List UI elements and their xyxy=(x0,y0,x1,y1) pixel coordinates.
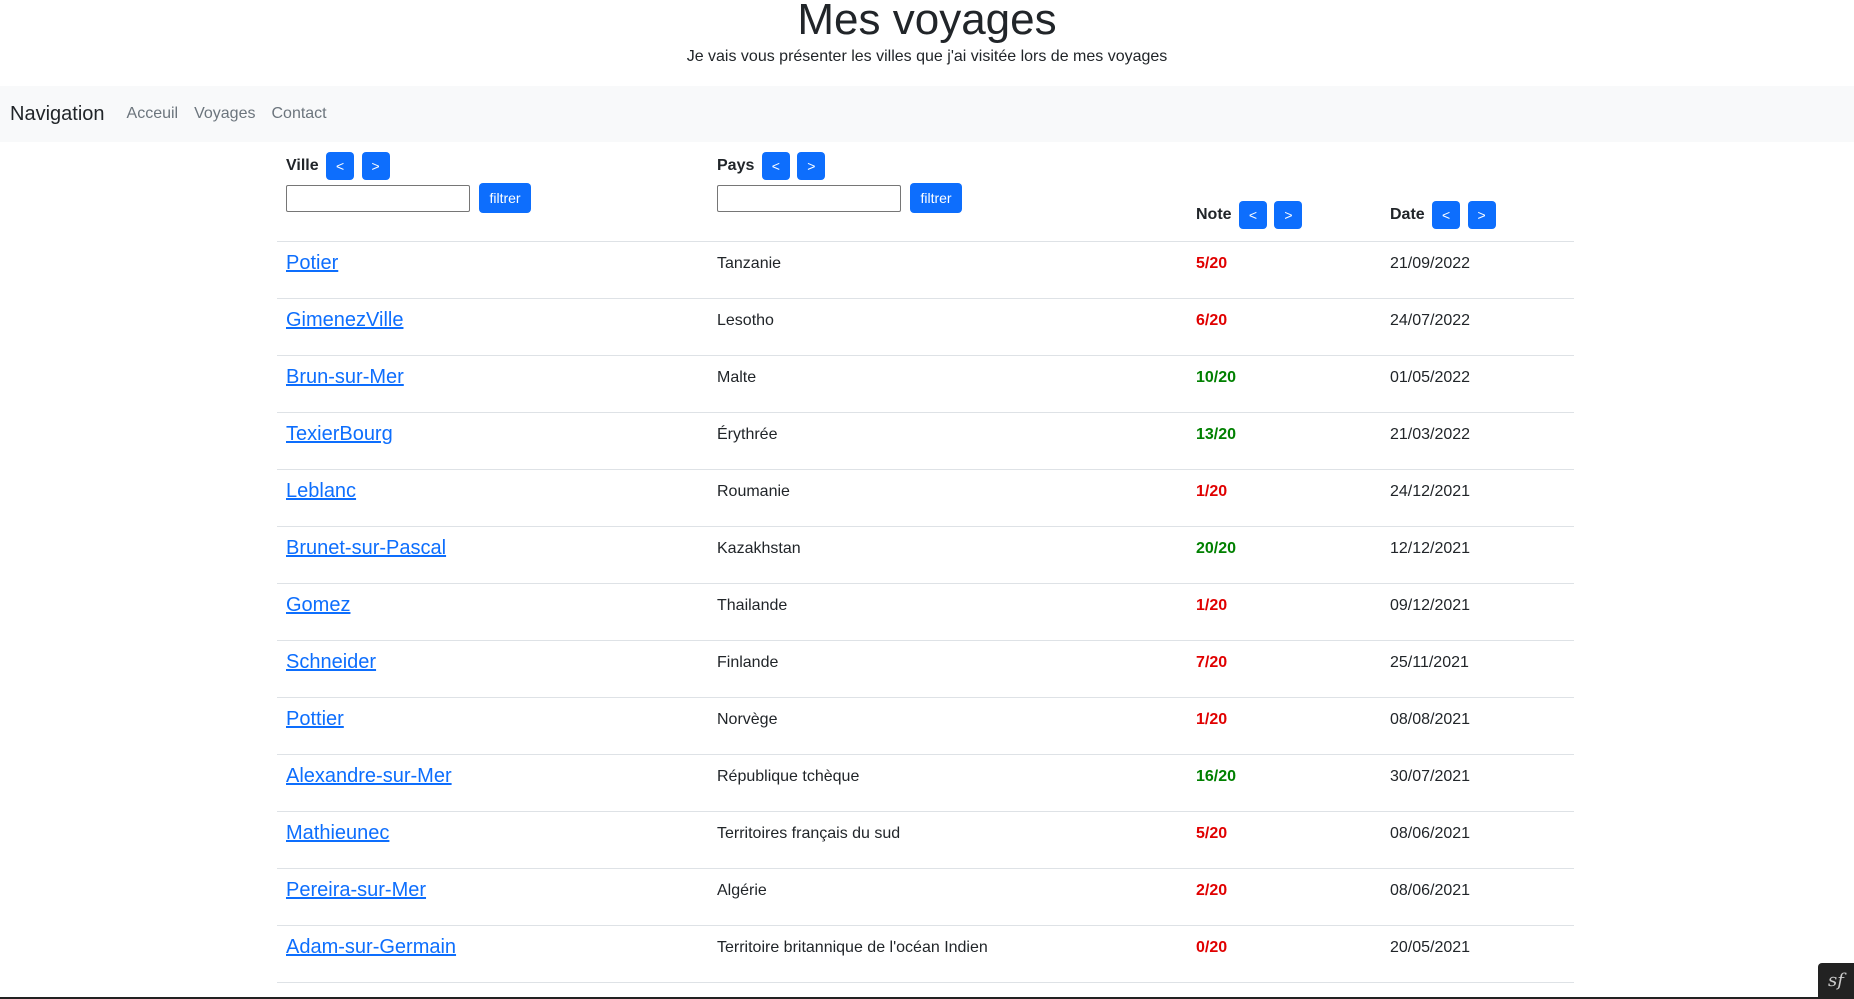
note-cell: 10/20 xyxy=(1196,369,1237,386)
symfony-logo-icon[interactable]: sf xyxy=(1818,963,1854,999)
sort-pays-prev-button[interactable]: < xyxy=(761,152,790,180)
note-cell: 2/20 xyxy=(1196,882,1228,899)
page-subtitle: Je vais vous présenter les villes que j'… xyxy=(686,48,1168,65)
city-link[interactable]: GimenezVille xyxy=(286,309,403,332)
header-ville: Ville < > filtrer xyxy=(286,152,531,213)
ville-filter-input[interactable] xyxy=(286,184,470,212)
sort-note-prev-button[interactable]: < xyxy=(1239,201,1268,229)
note-cell: 5/20 xyxy=(1196,255,1228,272)
city-link[interactable]: Gomez xyxy=(286,594,350,617)
note-cell: 1/20 xyxy=(1196,597,1228,614)
date-cell: 08/06/2021 xyxy=(1390,825,1471,842)
city-link[interactable]: Alexandre-sur-Mer xyxy=(286,765,452,788)
table-row: Alexandre-sur-Mer République tchèque 16/20… xyxy=(277,755,1574,812)
note-cell: 20/20 xyxy=(1196,540,1237,557)
country-cell: Kazakhstan xyxy=(717,540,801,557)
date-cell: 12/12/2021 xyxy=(1390,540,1471,557)
header-date-label: Date xyxy=(1390,206,1425,224)
note-cell: 13/20 xyxy=(1196,426,1237,443)
table-row: Brunet-sur-Pascal Kazakhstan 20/20 12/12/20… xyxy=(277,527,1574,584)
table-header-row: Ville < > filtrer Pays < > filtrer Note … xyxy=(277,142,1574,242)
country-cell: Territoires français du sud xyxy=(717,825,901,842)
city-link[interactable]: Pereira-sur-Mer xyxy=(286,879,426,902)
country-cell: Roumanie xyxy=(717,483,790,500)
table-row: Mathieunec Territoires français du sud 5/2… xyxy=(277,812,1574,869)
country-cell: Lesotho xyxy=(717,312,774,329)
table-row: Pereira-sur-Mer Algérie 2/20 08/06/2021 xyxy=(277,869,1574,926)
country-cell: Algérie xyxy=(717,882,767,899)
header-note: Note < > xyxy=(1196,201,1303,229)
country-cell: Tanzanie xyxy=(717,255,782,272)
date-cell: 21/09/2022 xyxy=(1390,255,1471,272)
city-link[interactable]: Potier xyxy=(286,252,338,275)
city-link[interactable]: Brunet-sur-Pascal xyxy=(286,537,446,560)
table-row: TexierBourg Érythrée 13/20 21/03/2022 xyxy=(277,413,1574,470)
table-row: Schneider Finlande 7/20 25/11/2021 xyxy=(277,641,1574,698)
sort-date-next-button[interactable]: > xyxy=(1467,201,1496,229)
city-link[interactable]: TexierBourg xyxy=(286,423,393,446)
country-cell: Territoire britannique de l'océan Indien xyxy=(717,939,988,956)
header-note-label: Note xyxy=(1196,206,1232,224)
country-cell: Thailande xyxy=(717,597,788,614)
date-cell: 24/12/2021 xyxy=(1390,483,1471,500)
country-cell: Érythrée xyxy=(717,426,778,443)
voyages-table: Ville < > filtrer Pays < > filtrer Note … xyxy=(277,142,1574,983)
country-cell: Finlande xyxy=(717,654,779,671)
nav-link-acceuil[interactable]: Acceuil xyxy=(127,105,179,123)
pays-filter-button[interactable]: filtrer xyxy=(910,183,962,213)
header-date: Date < > xyxy=(1390,201,1496,229)
sort-date-prev-button[interactable]: < xyxy=(1432,201,1461,229)
sort-ville-prev-button[interactable]: < xyxy=(326,152,355,180)
nav-link-voyages[interactable]: Voyages xyxy=(194,105,255,123)
nav-link-contact[interactable]: Contact xyxy=(271,105,326,123)
date-cell: 30/07/2021 xyxy=(1390,768,1471,785)
city-link[interactable]: Pottier xyxy=(286,708,344,731)
city-link[interactable]: Adam-sur-Germain xyxy=(286,936,456,959)
country-cell: République tchèque xyxy=(717,768,860,785)
page-title: Mes voyages xyxy=(797,0,1057,44)
note-cell: 0/20 xyxy=(1196,939,1228,956)
date-cell: 24/07/2022 xyxy=(1390,312,1471,329)
header-pays-label: Pays xyxy=(717,157,755,175)
city-link[interactable]: Schneider xyxy=(286,651,376,674)
date-cell: 25/11/2021 xyxy=(1390,654,1469,671)
city-link[interactable]: Mathieunec xyxy=(286,822,389,845)
date-cell: 21/03/2022 xyxy=(1390,426,1471,443)
date-cell: 01/05/2022 xyxy=(1390,369,1471,386)
city-link[interactable]: Brun-sur-Mer xyxy=(286,366,404,389)
note-cell: 16/20 xyxy=(1196,768,1237,785)
note-cell: 6/20 xyxy=(1196,312,1228,329)
date-cell: 08/08/2021 xyxy=(1390,711,1471,728)
sort-note-next-button[interactable]: > xyxy=(1274,201,1303,229)
date-cell: 09/12/2021 xyxy=(1390,597,1471,614)
table-row: Brun-sur-Mer Malte 10/20 01/05/2022 xyxy=(277,356,1574,413)
sort-ville-next-button[interactable]: > xyxy=(361,152,390,180)
note-cell: 1/20 xyxy=(1196,711,1228,728)
note-cell: 7/20 xyxy=(1196,654,1228,671)
table-row: GimenezVille Lesotho 6/20 24/07/2022 xyxy=(277,299,1574,356)
country-cell: Norvège xyxy=(717,711,778,728)
table-row: Leblanc Roumanie 1/20 24/12/2021 xyxy=(277,470,1574,527)
city-link[interactable]: Leblanc xyxy=(286,480,356,503)
table-row: Gomez Thailande 1/20 09/12/2021 xyxy=(277,584,1574,641)
navbar-brand[interactable]: Navigation xyxy=(10,103,105,126)
date-cell: 20/05/2021 xyxy=(1390,939,1471,956)
country-cell: Malte xyxy=(717,369,757,386)
pays-filter-input[interactable] xyxy=(717,184,901,212)
sort-pays-next-button[interactable]: > xyxy=(797,152,826,180)
note-cell: 1/20 xyxy=(1196,483,1228,500)
date-cell: 08/06/2021 xyxy=(1390,882,1471,899)
table-body: Potier Tanzanie 5/20 21/09/2022 GimenezVille… xyxy=(277,242,1574,983)
note-cell: 5/20 xyxy=(1196,825,1228,842)
header-ville-label: Ville xyxy=(286,157,319,175)
table-row: Adam-sur-Germain Territoire britannique d… xyxy=(277,926,1574,983)
header-pays: Pays < > filtrer xyxy=(717,152,962,213)
table-row: Potier Tanzanie 5/20 21/09/2022 xyxy=(277,242,1574,299)
ville-filter-button[interactable]: filtrer xyxy=(479,183,531,213)
table-row: Pottier Norvège 1/20 08/08/2021 xyxy=(277,698,1574,755)
navbar: Navigation Acceuil Voyages Contact xyxy=(0,86,1854,142)
